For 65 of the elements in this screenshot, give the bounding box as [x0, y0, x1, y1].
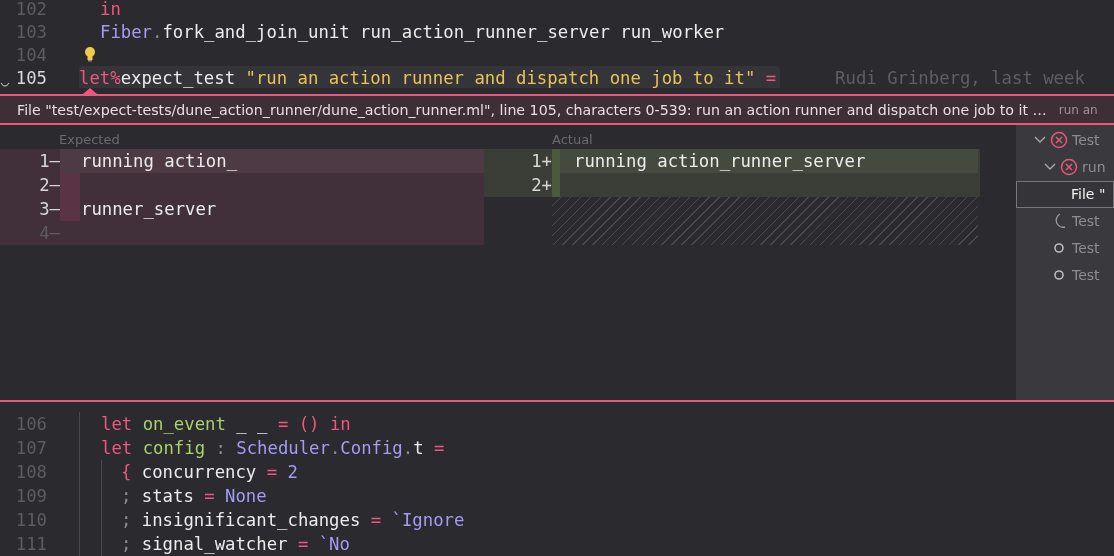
code-text: concurrency: [141, 462, 258, 482]
line-number: 3—: [38, 198, 60, 219]
module-name: `No: [318, 534, 350, 554]
chevron-icon[interactable]: [1034, 136, 1046, 145]
code-text: expect_test: [120, 67, 237, 88]
module-name: `Ignore: [391, 510, 465, 530]
punctuation: :: [214, 438, 227, 458]
keyword: = () in: [277, 414, 351, 434]
test-tree-item[interactable]: Test: [1016, 207, 1114, 235]
error-message: File "test/expect-tests/dune_action_runner/dune_action_runner.ml", line 105, characters 0-539: run an action runner and dispatch one job to it …: [17, 101, 1047, 118]
test-tree-item[interactable]: run: [1016, 153, 1114, 181]
error-hint: run an: [1058, 102, 1098, 117]
lightbulb-icon[interactable]: [84, 46, 96, 62]
module-name: Fiber: [100, 21, 153, 42]
module-name: None: [225, 486, 267, 506]
test-tree-item[interactable]: File ": [1016, 180, 1114, 208]
code-text: _ _: [235, 414, 269, 434]
line-number: 105: [14, 67, 47, 88]
test-label: Test: [1072, 213, 1100, 230]
punctuation: ;: [121, 510, 133, 530]
test-tree-item[interactable]: Test: [1016, 126, 1114, 154]
punctuation: .: [329, 438, 341, 458]
test-label: Test: [1072, 132, 1100, 149]
module-name: Scheduler: [236, 438, 330, 458]
operator: =: [204, 486, 216, 506]
module-name: Config: [340, 438, 403, 458]
operator: =: [764, 67, 777, 88]
punctuation: ;: [121, 534, 133, 554]
error-icon: [1050, 131, 1068, 150]
keyword: let: [101, 414, 134, 434]
operator: =: [297, 534, 310, 554]
function-name: config: [142, 438, 206, 458]
line-number: 2—: [38, 174, 60, 195]
code-text: stats: [141, 486, 195, 506]
keyword: in: [100, 0, 121, 19]
function-name: on_event: [142, 414, 226, 434]
line-number: 1+: [530, 150, 552, 171]
string-literal: "run an action runner and dispatch one job to it": [245, 67, 756, 88]
keyword: {: [121, 462, 133, 482]
line-number: 1—: [38, 150, 60, 171]
operator: =: [370, 510, 383, 530]
pane-label: Expected: [59, 131, 120, 147]
fold-icon[interactable]: [0, 82, 10, 89]
line-number: 2+: [530, 174, 552, 195]
code-text: signal_watcher: [141, 534, 289, 554]
test-tree-item[interactable]: Test: [1016, 234, 1114, 262]
pane-label: Actual: [552, 131, 593, 147]
code-text: insignificant_changes: [141, 510, 362, 530]
test-label: Test: [1072, 267, 1100, 284]
test-label: run: [1082, 159, 1106, 176]
operator: =: [266, 462, 279, 482]
punctuation: .: [152, 21, 163, 42]
error-icon: [1060, 158, 1078, 177]
test-tree-item[interactable]: Test: [1016, 261, 1114, 289]
number-literal: 2: [287, 462, 298, 482]
code-text: fork_and_join_unit run_action_runner_server run_worker: [162, 21, 725, 42]
punctuation: ;: [121, 486, 133, 506]
operator: =: [434, 438, 445, 458]
chevron-icon[interactable]: [1044, 163, 1056, 172]
test-label: File ": [1071, 186, 1106, 203]
test-label: Test: [1072, 240, 1100, 257]
code-text: t: [413, 438, 425, 458]
keyword: let%: [79, 67, 121, 88]
keyword: let: [101, 438, 134, 458]
punctuation: .: [402, 438, 414, 458]
